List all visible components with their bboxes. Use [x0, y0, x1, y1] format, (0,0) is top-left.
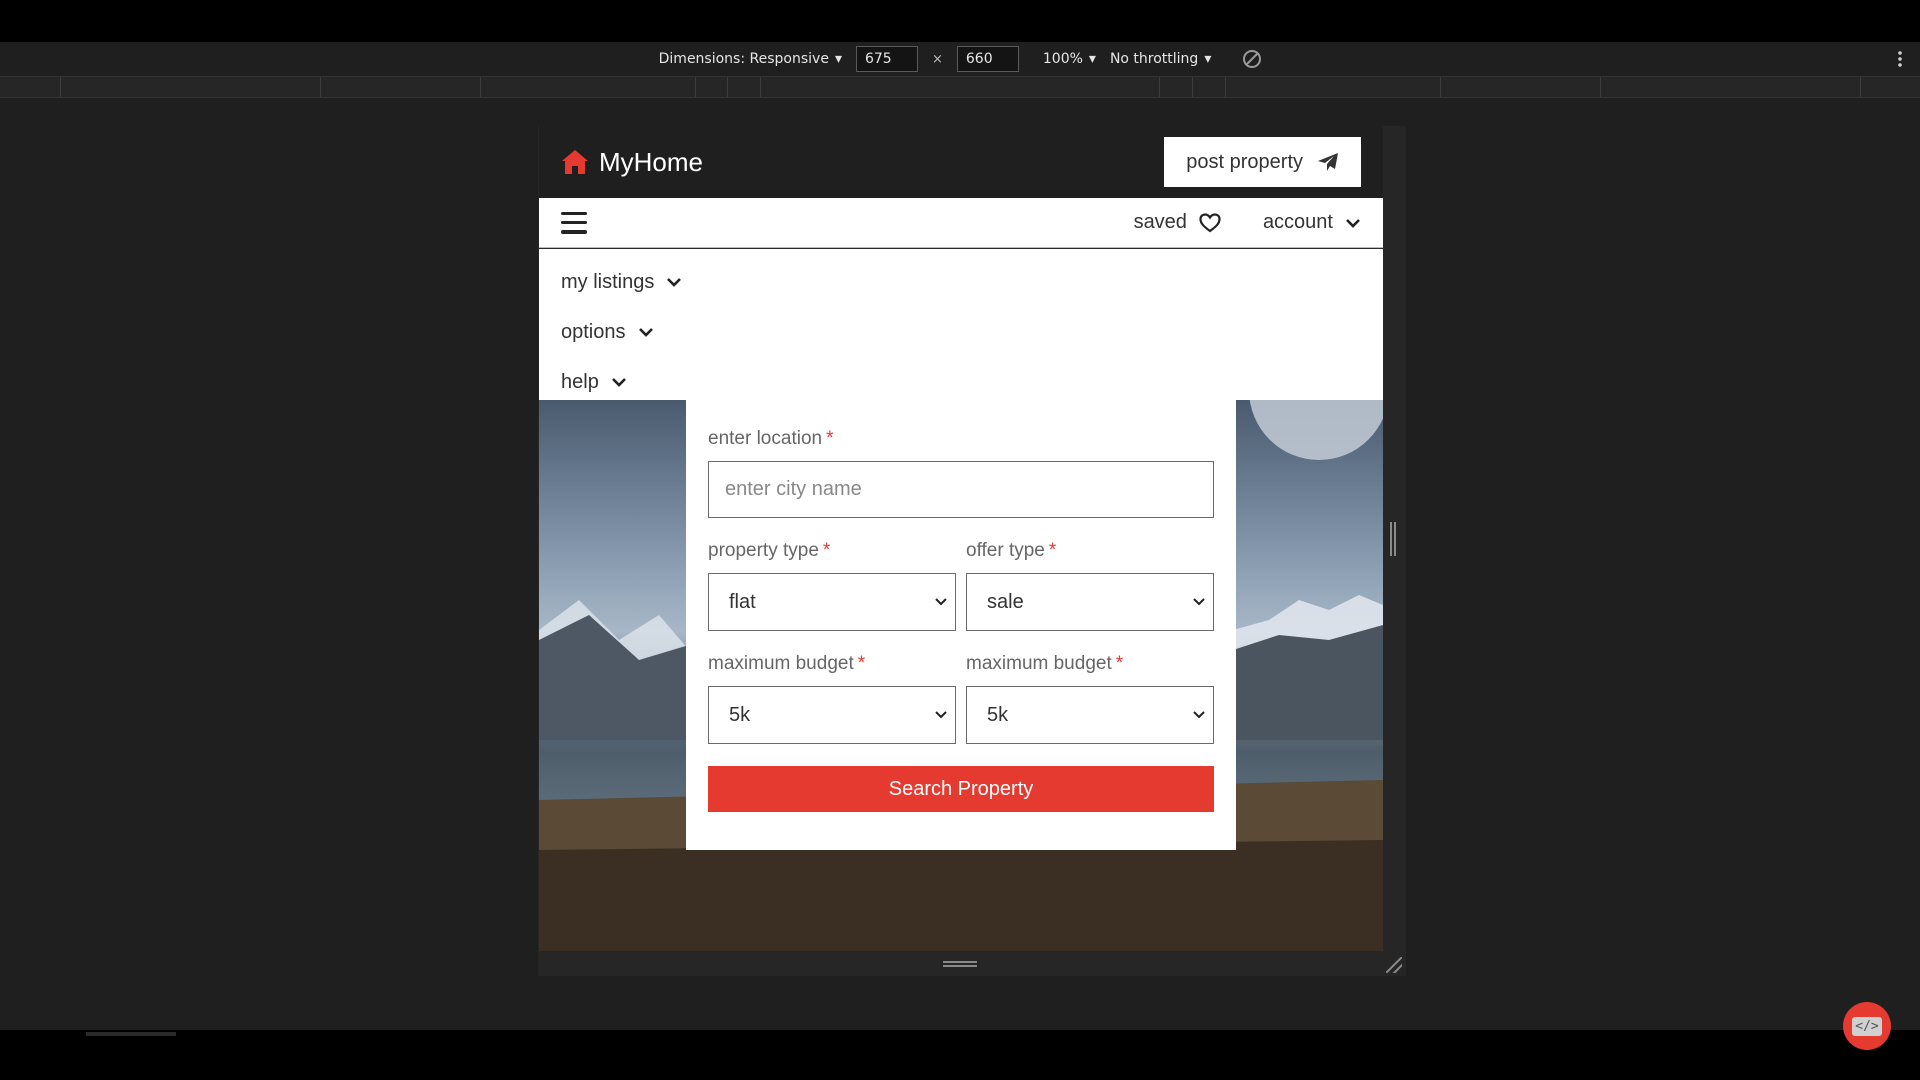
rotate-icon[interactable]: [1243, 50, 1262, 68]
menu-item-my-listings[interactable]: my listings: [561, 257, 1361, 307]
site-header: MyHome post property: [539, 126, 1383, 198]
chevron-down-icon: [1346, 218, 1360, 228]
budget-right-label: maximum budget *: [966, 653, 1124, 674]
hamburger-menu-icon[interactable]: [561, 211, 587, 234]
menu-item-options[interactable]: options: [561, 307, 1361, 357]
screen-top-bar: [0, 0, 1920, 42]
brand-logo[interactable]: MyHome: [561, 147, 703, 178]
chevron-down-icon: [1193, 598, 1205, 606]
post-property-button[interactable]: post property: [1164, 137, 1361, 187]
chevron-down-icon: [611, 378, 626, 387]
property-search-form: enter location* property type* flat offe…: [686, 400, 1236, 850]
code-view-button[interactable]: </>: [1843, 1002, 1891, 1050]
caret-down-icon: ▾: [1088, 51, 1096, 67]
saved-label: saved: [1133, 211, 1187, 233]
chevron-down-icon: [638, 328, 653, 337]
brand-name: MyHome: [599, 146, 704, 177]
device-viewport: MyHome post property saved account my li…: [539, 126, 1383, 951]
resize-corner-handle[interactable]: [1386, 957, 1402, 973]
dimensions-dropdown[interactable]: Dimensions: Responsive ▾: [659, 51, 842, 67]
budget-left-value: 5k: [729, 703, 751, 726]
viewport-width-input[interactable]: 675: [855, 46, 918, 72]
code-icon: </>: [1852, 1016, 1882, 1036]
budget-left-label: maximum budget *: [708, 653, 866, 674]
saved-link[interactable]: saved: [1134, 211, 1221, 234]
caret-down-icon: ▾: [834, 51, 842, 67]
zoom-label: 100%: [1042, 51, 1083, 67]
offer-type-value: sale: [987, 590, 1024, 613]
zoom-dropdown[interactable]: 100% ▾: [1043, 51, 1096, 67]
heart-icon: [1199, 212, 1221, 232]
screen-bottom-bar: [0, 1030, 1920, 1080]
budget-right-value: 5k: [987, 703, 1009, 726]
tab-indicator: [86, 1032, 176, 1036]
chevron-down-icon: [667, 278, 682, 287]
post-property-label: post property: [1186, 150, 1303, 173]
main-navbar: saved account: [539, 198, 1383, 248]
throttling-label: No throttling: [1109, 51, 1199, 67]
paper-plane-icon: [1318, 153, 1338, 171]
dimension-separator: ×: [931, 51, 943, 67]
dimensions-label: Dimensions: Responsive: [658, 51, 829, 67]
viewport-height-input[interactable]: 660: [956, 46, 1019, 72]
property-type-label: property type *: [708, 540, 831, 561]
property-type-select[interactable]: flat: [708, 573, 956, 631]
caret-down-icon: ▾: [1204, 51, 1212, 67]
offer-type-label: offer type *: [966, 540, 1057, 561]
devtools-device-toolbar: Dimensions: Responsive ▾ 675 × 660 100% …: [0, 42, 1920, 76]
menu-item-label: help: [561, 370, 599, 393]
account-dropdown[interactable]: account: [1263, 211, 1361, 234]
chevron-down-icon: [1193, 711, 1205, 719]
home-icon: [562, 150, 588, 174]
account-label: account: [1262, 211, 1333, 233]
resize-handle-right[interactable]: [1390, 522, 1396, 556]
media-query-ruler: [0, 76, 1920, 98]
location-label: enter location *: [708, 428, 834, 449]
menu-item-label: options: [561, 320, 626, 343]
dropdown-menu-panel: my listings options help: [539, 249, 1383, 400]
more-options-icon[interactable]: [1898, 50, 1902, 68]
chevron-down-icon: [935, 711, 947, 719]
location-input[interactable]: [708, 461, 1214, 518]
offer-type-select[interactable]: sale: [966, 573, 1214, 631]
menu-item-label: my listings: [561, 270, 655, 293]
property-type-value: flat: [729, 590, 756, 613]
throttling-dropdown[interactable]: No throttling ▾: [1110, 51, 1211, 67]
search-property-button[interactable]: Search Property: [708, 766, 1214, 812]
budget-right-select[interactable]: 5k: [966, 686, 1214, 744]
resize-handle-bottom[interactable]: [943, 961, 977, 967]
chevron-down-icon: [935, 598, 947, 606]
budget-left-select[interactable]: 5k: [708, 686, 956, 744]
